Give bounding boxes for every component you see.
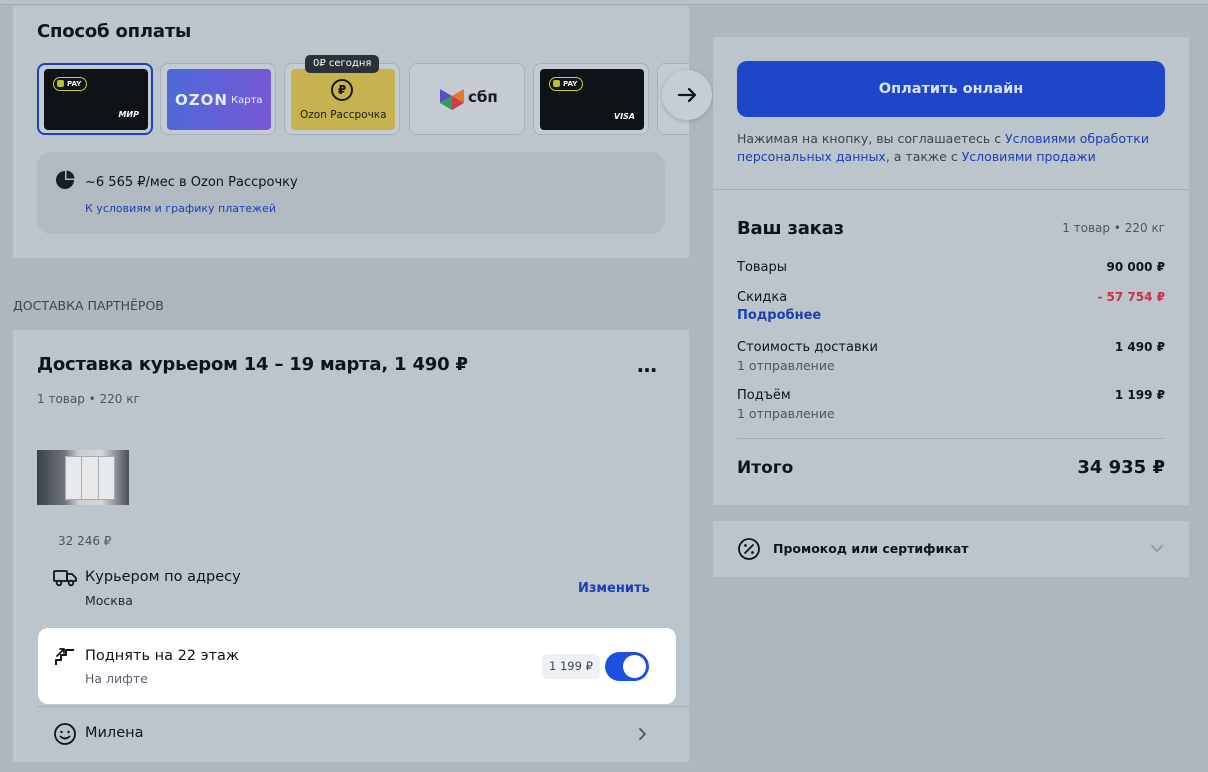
discount-value: - 57 754 ₽ [1097,290,1165,304]
installment-text: ~6 565 ₽/мес в Ozon Рассрочку [85,175,298,190]
discount-details-link[interactable]: Подробнее [737,308,821,323]
sale-terms-link[interactable]: Условиями продажи [962,149,1096,164]
lift-title: Поднять на 22 этаж [85,648,239,664]
courier-title: Курьером по адресу [85,569,241,585]
change-address-link[interactable]: Изменить [578,581,650,596]
delivery-section-label: ДОСТАВКА ПАРТНЁРОВ [13,298,164,313]
chevron-down-icon[interactable] [1150,544,1164,554]
privacy-terms-link-cont[interactable]: персональных данных [737,149,886,164]
courier-city: Москва [85,593,133,608]
mir-logo: МИР [118,110,139,119]
product-thumbnail[interactable] [37,450,129,505]
shipping-label: Стоимость доставки [737,340,878,355]
payment-card-mir[interactable]: PAY МИР [37,63,153,135]
arrow-right-icon [677,87,697,103]
sbp-label: сбп [468,88,498,106]
card-face: ₽ Ozon Рассрочка [291,69,395,130]
payment-title: Способ оплаты [37,21,192,42]
next-arrow-button[interactable] [662,70,712,120]
lift-cost-label: Подъём [737,388,791,403]
goods-value: 90 000 ₽ [1106,260,1165,274]
order-meta: 1 товар • 220 кг [1062,221,1165,235]
sbp-logo-icon [440,89,464,110]
agreement-text: Нажимая на кнопку, вы соглашаетесь с Усл… [737,130,1149,166]
visa-logo: VISA [613,112,635,121]
delivery-meta: 1 товар • 220 кг [37,392,140,406]
lift-cost-subtitle: 1 отправление [737,406,835,421]
installment-terms-link[interactable]: К условиям и графику платежей [85,202,276,215]
lift-cost-value: 1 199 ₽ [1114,388,1165,402]
percent-badge-icon [738,538,760,560]
wardrobe-door-line [98,456,99,500]
card-face: PAY МИР [44,69,148,130]
payment-card-visa[interactable]: PAY VISA [533,63,649,135]
agreement-mid: , а также с [885,149,962,164]
wardrobe-shape [65,456,115,500]
payment-card-sbp[interactable]: сбп [409,63,525,135]
item-price: 32 246 ₽ [58,534,112,548]
chevron-right-icon[interactable] [636,727,648,741]
smiley-face-icon [54,723,76,745]
installments-label: Ozon Рассрочка [300,109,387,121]
stairs-icon [55,648,74,665]
pie-chart-icon [56,170,75,189]
discount-label: Скидка [737,290,788,305]
privacy-terms-link[interactable]: Условиями обработки [1005,131,1149,146]
zero-today-badge: 0₽ сегодня [305,55,380,73]
shipping-subtitle: 1 отправление [737,358,835,373]
goods-label: Товары [737,260,788,275]
lift-toggle[interactable] [605,652,649,681]
delivery-more-button[interactable]: … [637,353,658,377]
ozon-pay-badge: PAY [53,77,87,91]
payment-card-ozon[interactable]: OZON Карта [160,63,276,135]
recipient-divider [37,706,689,707]
recipient-name[interactable]: Милена [85,725,144,741]
ozon-logo: OZON [175,91,228,109]
delivery-title: Доставка курьером 14 – 19 марта, 1 490 ₽ [37,354,468,375]
ozon-card-label: Карта [231,95,263,106]
agreement-prefix: Нажимая на кнопку, вы соглашаетесь с [737,131,1006,146]
lift-subtitle: На лифте [85,671,148,686]
pay-online-button[interactable]: Оплатить онлайн [737,61,1165,117]
ozon-pay-badge: PAY [549,77,583,91]
wardrobe-door-line [81,456,82,500]
total-label: Итого [737,458,794,478]
card-face: OZON Карта [167,69,271,130]
top-divider [0,0,1208,5]
delivery-truck-icon [53,570,77,587]
installment-info-box [37,152,665,234]
ruble-coin-icon: ₽ [331,79,353,101]
payment-card-installments[interactable]: ₽ Ozon Рассрочка [284,63,400,135]
lift-price-badge: 1 199 ₽ [542,654,600,679]
shipping-value: 1 490 ₽ [1114,340,1165,354]
total-divider [737,438,1165,439]
order-title: Ваш заказ [737,218,844,239]
promo-label: Промокод или сертификат [773,541,969,556]
card-face: PAY VISA [540,69,644,130]
total-value: 34 935 ₽ [1077,457,1165,478]
